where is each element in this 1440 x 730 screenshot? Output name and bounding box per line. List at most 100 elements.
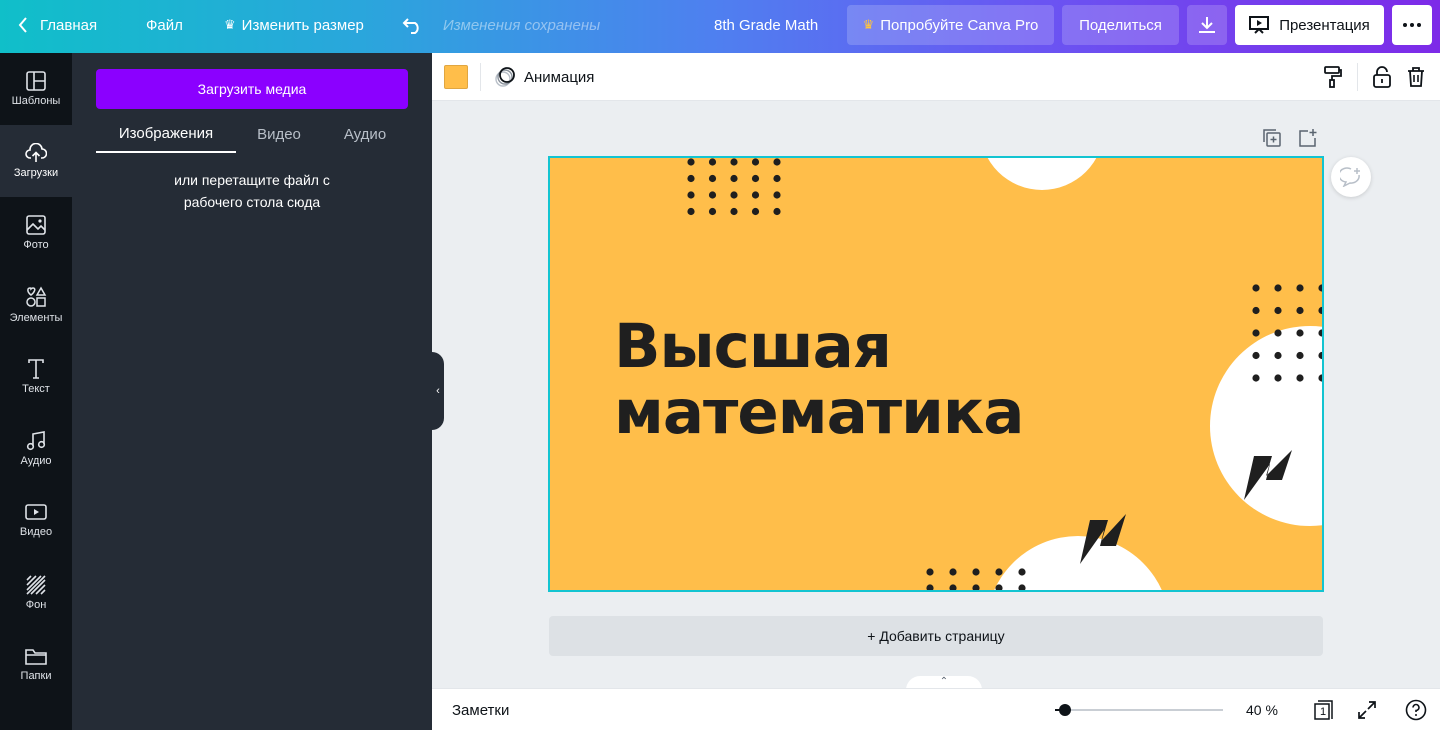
decorative-dot [949,584,957,590]
decorative-dot [751,207,760,216]
animation-button[interactable]: Анимация [494,53,594,101]
fullscreen-button[interactable] [1355,698,1379,722]
photo-icon [26,215,46,235]
decorative-dot [1018,584,1026,590]
more-dots-icon [1403,23,1421,27]
rail-item-elements[interactable]: Элементы [0,269,72,341]
decorative-dot [687,207,695,216]
duplicate-page-button[interactable] [1262,128,1284,150]
rail-item-folders[interactable]: Папки [0,629,72,701]
drop-hint: или перетащите файл с рабочего стола сюд… [96,169,408,213]
help-button[interactable] [1404,698,1428,722]
slide-title-line: математика [614,377,1024,448]
notes-button[interactable]: Заметки [452,689,509,730]
decorative-dot [995,568,1003,576]
delete-button[interactable] [1404,65,1428,89]
undo-button[interactable] [402,0,424,50]
paint-roller-icon [1324,66,1342,88]
chevron-up-icon: ⌃ [939,676,949,687]
decorative-dot [773,174,781,183]
download-button[interactable] [1187,5,1227,45]
rail-item-templates[interactable]: Шаблоны [0,53,72,125]
decorative-dot [972,584,980,590]
uploads-panel: Загрузить медиа Изображения Видео Аудио … [72,53,432,730]
upload-cloud-icon [25,143,47,162]
try-pro-button[interactable]: ♛ Попробуйте Canva Pro [847,5,1054,45]
slide-canvas[interactable]: Высшая математика [548,156,1324,592]
decorative-dot [1252,306,1260,315]
decorative-dot [1296,329,1304,337]
drop-hint-line: или перетащите файл с [174,172,330,188]
copy-style-button[interactable] [1321,65,1345,89]
rail-item-audio[interactable]: Аудио [0,413,72,485]
text-icon [28,359,44,379]
decorative-dot [773,158,781,166]
expand-icon [1358,701,1376,719]
upload-media-button[interactable]: Загрузить медиа [96,69,408,109]
decorative-dot [708,207,717,216]
background-color-swatch[interactable] [444,65,468,89]
decorative-dot [687,174,695,183]
rail-label: Фон [25,599,47,611]
home-label: Главная [40,16,98,34]
share-button[interactable]: Поделиться [1062,5,1179,45]
save-status: Изменения сохранены [443,16,601,34]
add-page-icon [1299,129,1317,147]
decorative-dot [751,174,760,183]
decorative-dot [1296,374,1304,382]
decorative-dot [1274,284,1282,292]
decorative-dot [751,191,760,199]
undo-icon [402,18,419,34]
present-label: Презентация [1279,16,1370,34]
slide-title[interactable]: Высшая математика [614,311,1024,448]
decorative-dot [687,158,695,166]
resize-label: Изменить размер [241,16,364,34]
page-count-button[interactable]: 1 [1313,698,1337,722]
tab-images[interactable]: Изображения [96,115,236,153]
present-button[interactable]: Презентация [1235,5,1384,45]
tab-audio[interactable]: Аудио [322,115,408,153]
decorative-dot [926,568,934,576]
decorative-dot [1296,351,1304,360]
rail-item-text[interactable]: Текст [0,341,72,413]
decorative-dot [972,568,980,576]
tab-video[interactable]: Видео [236,115,322,153]
rail-label: Видео [19,526,53,538]
page-count: 1 [1319,706,1327,718]
zoom-value[interactable]: 40 % [1246,689,1278,730]
decorative-dot [708,191,717,199]
file-menu[interactable]: Файл [146,0,183,50]
decorative-dot [730,207,738,216]
add-comment-button[interactable] [1331,157,1371,197]
rail-item-uploads[interactable]: Загрузки [0,125,72,197]
decorative-dot [1252,329,1260,337]
zoom-slider-handle[interactable] [1059,704,1071,716]
rail-label: Шаблоны [11,95,61,107]
bottom-bar: Заметки 40 % 1 [432,688,1440,730]
rail-item-photos[interactable]: Фото [0,197,72,269]
resize-button[interactable]: ♛ Изменить размер [224,0,364,50]
duplicate-icon [1263,129,1281,147]
more-button[interactable] [1392,5,1432,45]
design-title[interactable]: 8th Grade Math [714,0,818,50]
decorative-dot [1274,351,1282,360]
add-page-icon-button[interactable] [1298,128,1320,150]
toolbar-divider [1357,63,1358,91]
slide-title-line: Высшая [614,311,892,382]
decorative-dot [995,584,1003,590]
home-button[interactable]: Главная [18,0,97,50]
folder-icon [25,649,47,665]
rail-item-background[interactable]: Фон [0,557,72,629]
zoom-slider[interactable] [1055,704,1223,716]
add-page-button[interactable]: + Добавить страницу [549,616,1323,656]
rail-label: Папки [20,670,52,682]
side-rail: Шаблоны Загрузки Фото Элементы Текст Ауд… [0,53,72,730]
rail-item-video[interactable]: Видео [0,485,72,557]
canvas-toolbar: Анимация [432,53,1440,101]
try-pro-label: Попробуйте Canva Pro [880,16,1039,34]
collapse-panel-handle[interactable]: ‹ [432,352,444,430]
decorative-dot [1274,329,1282,337]
decorative-dot [687,191,695,199]
background-icon [26,575,46,595]
lock-button[interactable] [1370,65,1394,89]
